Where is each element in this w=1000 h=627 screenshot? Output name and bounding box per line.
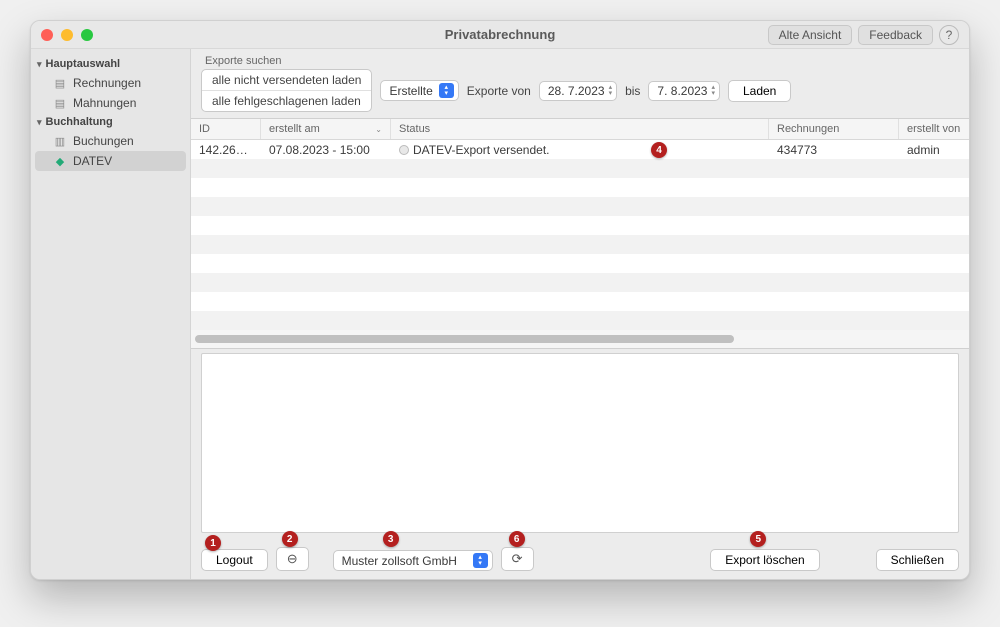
date-to-value: 7. 8.2023 <box>657 84 707 98</box>
company-select[interactable]: Muster zollsoft GmbH ▴▾ <box>333 550 493 571</box>
feedback-button[interactable]: Feedback <box>858 25 933 45</box>
sidebar-section-buchhaltung[interactable]: ▾ Buchhaltung <box>31 113 190 131</box>
date-to-field[interactable]: 7. 8.2023 ▴▾ <box>648 81 720 101</box>
cell-status: DATEV-Export versendet. <box>391 141 769 159</box>
table-row <box>191 216 969 235</box>
minus-circle-icon <box>287 551 298 567</box>
table-row <box>191 254 969 273</box>
cell-created-by: admin <box>899 141 969 159</box>
table-row <box>191 178 969 197</box>
col-status[interactable]: Status <box>391 119 769 139</box>
sidebar-item-label: Mahnungen <box>73 96 136 110</box>
cell-created: 07.08.2023 - 15:00 <box>261 141 391 159</box>
alte-ansicht-button[interactable]: Alte Ansicht <box>768 25 853 45</box>
refresh-button[interactable] <box>501 547 534 571</box>
table-body: 142.263.6... 07.08.2023 - 15:00 DATEV-Ex… <box>191 140 969 330</box>
table-header: ID erstellt am ⌄ Status Rechnungen erste… <box>191 119 969 140</box>
toolbar: Exporte suchen alle nicht versendeten la… <box>191 49 969 118</box>
callout-6: 6 <box>509 531 525 547</box>
zoom-window-icon[interactable] <box>81 29 93 41</box>
app-window: Privatabrechnung Alte Ansicht Feedback ?… <box>30 20 970 580</box>
close-button[interactable]: Schließen <box>876 549 959 571</box>
stepper-icon[interactable]: ▴▾ <box>609 85 613 97</box>
table-row <box>191 311 969 330</box>
filter-type-select[interactable]: Erstellte ▴▾ <box>380 80 458 101</box>
refresh-icon <box>512 551 523 567</box>
table-row <box>191 235 969 254</box>
stepper-icon[interactable]: ▴▾ <box>711 85 715 97</box>
from-label: Exporte von <box>467 84 531 98</box>
sidebar-item-label: Buchungen <box>73 134 134 148</box>
main-content: Exporte suchen alle nicht versendeten la… <box>191 49 969 579</box>
date-from-value: 28. 7.2023 <box>548 84 605 98</box>
minimize-window-icon[interactable] <box>61 29 73 41</box>
sidebar-section-label: Buchhaltung <box>46 116 113 128</box>
callout-2: 2 <box>282 531 298 547</box>
exports-table: ID erstellt am ⌄ Status Rechnungen erste… <box>191 118 969 349</box>
sidebar-item-datev[interactable]: ◆ DATEV <box>35 151 186 171</box>
filter-type-value: Erstellte <box>389 84 432 98</box>
callout-5: 5 <box>750 531 766 547</box>
table-row <box>191 273 969 292</box>
company-value: Muster zollsoft GmbH <box>342 554 457 568</box>
chevron-down-icon: ▾ <box>37 117 42 128</box>
document-icon: ▤ <box>53 76 67 90</box>
sidebar-item-label: DATEV <box>73 154 112 168</box>
table-row[interactable]: 142.263.6... 07.08.2023 - 15:00 DATEV-Ex… <box>191 140 969 159</box>
load-filter-stack: alle nicht versendeten laden alle fehlge… <box>201 69 372 112</box>
toolbar-search-label: Exporte suchen <box>205 55 959 67</box>
sidebar-section-label: Hauptauswahl <box>46 58 121 70</box>
footer: 1 Logout 2 3 Muster zollsoft GmbH ▴▾ 6 <box>191 535 969 579</box>
col-id[interactable]: ID <box>191 119 261 139</box>
col-created[interactable]: erstellt am ⌄ <box>261 119 391 139</box>
preview-pane <box>201 353 959 533</box>
col-invoices[interactable]: Rechnungen <box>769 119 899 139</box>
status-dot-icon <box>399 145 409 155</box>
load-failed-button[interactable]: alle fehlgeschlagenen laden <box>202 90 371 111</box>
logout-button[interactable]: Logout <box>201 549 268 571</box>
datev-icon: ◆ <box>53 154 67 168</box>
sidebar: ▾ Hauptauswahl ▤ Rechnungen ▤ Mahnungen … <box>31 49 191 579</box>
col-created-label: erstellt am <box>269 123 320 135</box>
to-label: bis <box>625 84 640 98</box>
cell-id: 142.263.6... <box>191 141 261 159</box>
document-icon: ▤ <box>53 96 67 110</box>
table-row <box>191 292 969 311</box>
load-button[interactable]: Laden <box>728 80 791 102</box>
col-created-by[interactable]: erstellt von <box>899 119 969 139</box>
updown-arrows-icon: ▴▾ <box>439 83 454 98</box>
chevron-down-icon: ▾ <box>37 59 42 70</box>
sidebar-section-hauptauswahl[interactable]: ▾ Hauptauswahl <box>31 55 190 73</box>
titlebar: Privatabrechnung Alte Ansicht Feedback ? <box>31 21 969 49</box>
updown-arrows-icon: ▴▾ <box>473 553 488 568</box>
sidebar-item-buchungen[interactable]: ▥ Buchungen <box>31 131 190 151</box>
delete-export-button[interactable]: Export löschen <box>710 549 819 571</box>
window-controls <box>41 29 93 41</box>
sort-indicator-icon: ⌄ <box>375 125 382 134</box>
cell-invoices: 434773 <box>769 141 899 159</box>
sidebar-item-rechnungen[interactable]: ▤ Rechnungen <box>31 73 190 93</box>
remove-button[interactable] <box>276 547 309 571</box>
table-row <box>191 159 969 178</box>
close-window-icon[interactable] <box>41 29 53 41</box>
load-unsent-button[interactable]: alle nicht versendeten laden <box>202 70 371 90</box>
cell-status-text: DATEV-Export versendet. <box>413 143 550 157</box>
scrollbar-thumb[interactable] <box>195 335 734 343</box>
date-from-field[interactable]: 28. 7.2023 ▴▾ <box>539 81 617 101</box>
sidebar-item-label: Rechnungen <box>73 76 141 90</box>
ledger-icon: ▥ <box>53 134 67 148</box>
table-row <box>191 197 969 216</box>
help-button[interactable]: ? <box>939 25 959 45</box>
sidebar-item-mahnungen[interactable]: ▤ Mahnungen <box>31 93 190 113</box>
callout-3: 3 <box>383 531 399 547</box>
horizontal-scrollbar[interactable] <box>191 330 969 348</box>
